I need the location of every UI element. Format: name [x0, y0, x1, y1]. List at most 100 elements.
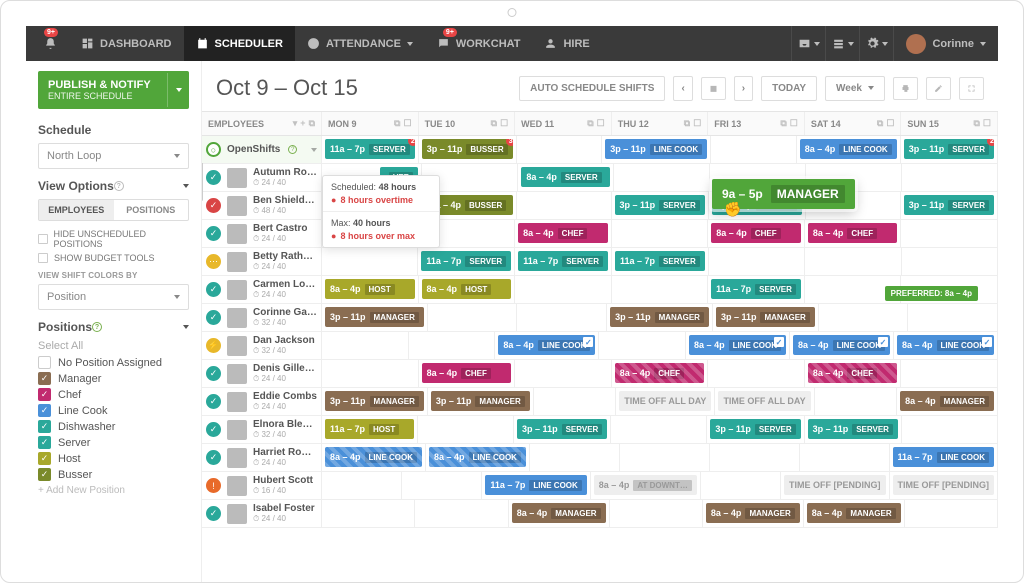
view-options-head[interactable]: View Options ? [38, 179, 189, 193]
day-cell[interactable]: 3p – 11pSERVER [901, 192, 998, 219]
day-cell[interactable]: 11a – 7pSERVER [515, 248, 612, 275]
day-cell[interactable]: 3p – 11pMANAGER [428, 388, 534, 415]
day-cell[interactable]: 3p – 11pMANAGER [322, 388, 428, 415]
day-cell[interactable] [902, 164, 998, 191]
position-filter-dishwasher[interactable]: ✓Dishwasher [38, 420, 189, 433]
shift-block[interactable]: 8a – 4pLINE COOK✓ [793, 335, 890, 355]
shift-block[interactable]: 11a – 7pSERVER [421, 251, 511, 271]
day-cell[interactable] [322, 332, 409, 359]
day-cell[interactable] [902, 416, 998, 443]
shift-block[interactable]: TIME OFF ALL DAY [718, 391, 810, 411]
day-cell[interactable]: 3p – 11pMANAGER [607, 304, 713, 331]
day-cell[interactable] [819, 304, 909, 331]
shift-block[interactable]: 8a – 4pHOST [422, 279, 512, 299]
position-filter-busser[interactable]: ✓Busser [38, 468, 189, 481]
shift-block[interactable]: TIME OFF ALL DAY [619, 391, 711, 411]
day-cell[interactable]: 3p – 11pSERVER [707, 416, 804, 443]
shift-block[interactable]: 3p – 11pSERVER2 [904, 139, 994, 159]
day-cell[interactable] [517, 304, 607, 331]
pin-icon[interactable]: ☐ [403, 118, 411, 129]
day-cell[interactable] [709, 248, 805, 275]
shift-block[interactable]: 8a – 4pLINE COOK [325, 447, 422, 467]
day-cell[interactable]: 8a – 4pCHEF [805, 360, 902, 387]
shift-block[interactable]: 8a – 4pLINE COOK✓ [897, 335, 994, 355]
nav-tools[interactable] [825, 26, 859, 61]
chevron-down-icon[interactable] [311, 148, 317, 152]
checkbox[interactable]: ✓ [38, 420, 51, 433]
copy-icon[interactable]: ⧉ [394, 118, 400, 129]
positions-select-all[interactable]: Select All [38, 340, 189, 352]
add-icon[interactable]: + [300, 118, 305, 129]
shift-block[interactable]: TIME OFF [PENDING] [893, 475, 995, 495]
day-cell[interactable] [415, 500, 508, 527]
day-cell[interactable]: 11a – 7pSERVER [418, 248, 515, 275]
publish-dropdown[interactable] [167, 73, 189, 107]
day-cell[interactable] [322, 500, 415, 527]
shift-block[interactable]: 8a – 4pCHEF [808, 363, 898, 383]
employee-cell[interactable]: !Hubert Scott⏱ 16 / 40 [202, 472, 322, 499]
day-cell[interactable] [612, 276, 709, 303]
sort-icon[interactable]: ▾ [293, 118, 298, 129]
checkbox[interactable]: ✓ [38, 372, 51, 385]
day-cell[interactable]: 8a – 4pMANAGER [804, 500, 905, 527]
day-cell[interactable]: 3p – 11pMANAGER [322, 304, 428, 331]
nav-next-period[interactable]: › [734, 76, 753, 101]
day-cell[interactable]: 8a – 4pLINE COOK✓ [894, 332, 998, 359]
day-cell[interactable]: 11a – 7pLINE COOK [890, 444, 998, 471]
day-cell[interactable] [614, 164, 710, 191]
day-cell[interactable]: TIME OFF ALL DAY [616, 388, 715, 415]
day-cell[interactable]: 8a – 4pLINE COOK✓ [790, 332, 894, 359]
shift-block[interactable]: 8a – 4pCHEF [518, 223, 608, 243]
checkbox[interactable]: ✓ [38, 404, 51, 417]
day-cell[interactable] [610, 500, 703, 527]
day-cell[interactable] [530, 444, 620, 471]
opt-show-budget[interactable]: SHOW BUDGET TOOLS [38, 253, 189, 263]
position-filter-no-position-assigned[interactable]: No Position Assigned [38, 356, 189, 369]
shift-block[interactable]: 8a – 4pMANAGER [706, 503, 800, 523]
auto-schedule-button[interactable]: AUTO SCHEDULE SHIFTS [519, 76, 665, 101]
day-cell[interactable] [515, 360, 612, 387]
employee-cell[interactable]: ✓Eddie Combs⏱ 24 / 40 [202, 388, 322, 415]
employee-cell[interactable]: ⚡Dan Jackson⏱ 32 / 40 [202, 332, 322, 359]
shift-block[interactable]: 8a – 4pMANAGER [512, 503, 606, 523]
shift-block[interactable]: 8a – 4pCHEF [808, 223, 898, 243]
day-cell[interactable]: 3p – 11pMANAGER [713, 304, 819, 331]
shift-block[interactable]: 8a – 4pHOST [325, 279, 415, 299]
today-button[interactable]: TODAY [761, 76, 817, 101]
nav-calendar[interactable] [701, 77, 726, 100]
employee-cell[interactable]: ✓Autumn Ro…⏱ 24 / 40 [202, 164, 322, 191]
view-select[interactable]: Week [825, 76, 885, 101]
checkbox[interactable]: ✓ [38, 388, 51, 401]
nav-attendance[interactable]: ATTENDANCE [295, 26, 425, 61]
day-cell[interactable] [710, 444, 800, 471]
shift-block[interactable]: 3p – 11pMANAGER [716, 307, 815, 327]
shift-block[interactable]: 3p – 11pMANAGER [431, 391, 530, 411]
employee-cell[interactable]: ✓Bert Castro⏱ 24 / 40 [202, 220, 322, 247]
day-cell[interactable] [902, 248, 998, 275]
nav-hire[interactable]: HIRE [532, 26, 601, 61]
day-cell[interactable]: 8a – 4pCHEF [612, 360, 709, 387]
day-cell[interactable]: 3p – 11pSERVER [805, 416, 902, 443]
shift-block[interactable]: TIME OFF [PENDING] [784, 475, 886, 495]
day-cell[interactable] [905, 500, 998, 527]
employee-cell[interactable]: ✓Carmen Lowe⏱ 24 / 40 [202, 276, 322, 303]
shift-block[interactable]: 8a – 4pLINE COOK [800, 139, 897, 159]
day-cell[interactable]: 11a – 7pHOST [322, 416, 418, 443]
nav-scheduler[interactable]: SCHEDULER [184, 26, 295, 61]
day-cell[interactable]: 8a – 4pMANAGER [703, 500, 804, 527]
shift-block[interactable]: 3p – 11pBUSSER3 [422, 139, 513, 159]
shift-block[interactable]: 11a – 7pSERVER [518, 251, 608, 271]
position-filter-host[interactable]: ✓Host [38, 452, 189, 465]
day-cell[interactable]: 8a – 4pCHEF [708, 220, 805, 247]
day-cell[interactable]: 8a – 4pCHEF [419, 360, 516, 387]
shift-block[interactable]: 8a – 4pSERVER [521, 167, 610, 187]
shift-block[interactable]: 11a – 7pSERVER [711, 279, 801, 299]
day-cell[interactable]: 8a – 4pMANAGER [509, 500, 610, 527]
day-cell[interactable] [402, 472, 482, 499]
employee-cell[interactable]: ✓Isabel Foster⏱ 24 / 40 [202, 500, 322, 527]
day-cell[interactable]: 8a – 4pSERVER [518, 164, 614, 191]
position-filter-line-cook[interactable]: ✓Line Cook [38, 404, 189, 417]
add-position-link[interactable]: + Add New Position [38, 485, 189, 496]
shift-block[interactable]: 3p – 11pLINE COOK [605, 139, 707, 159]
day-cell[interactable] [599, 332, 686, 359]
